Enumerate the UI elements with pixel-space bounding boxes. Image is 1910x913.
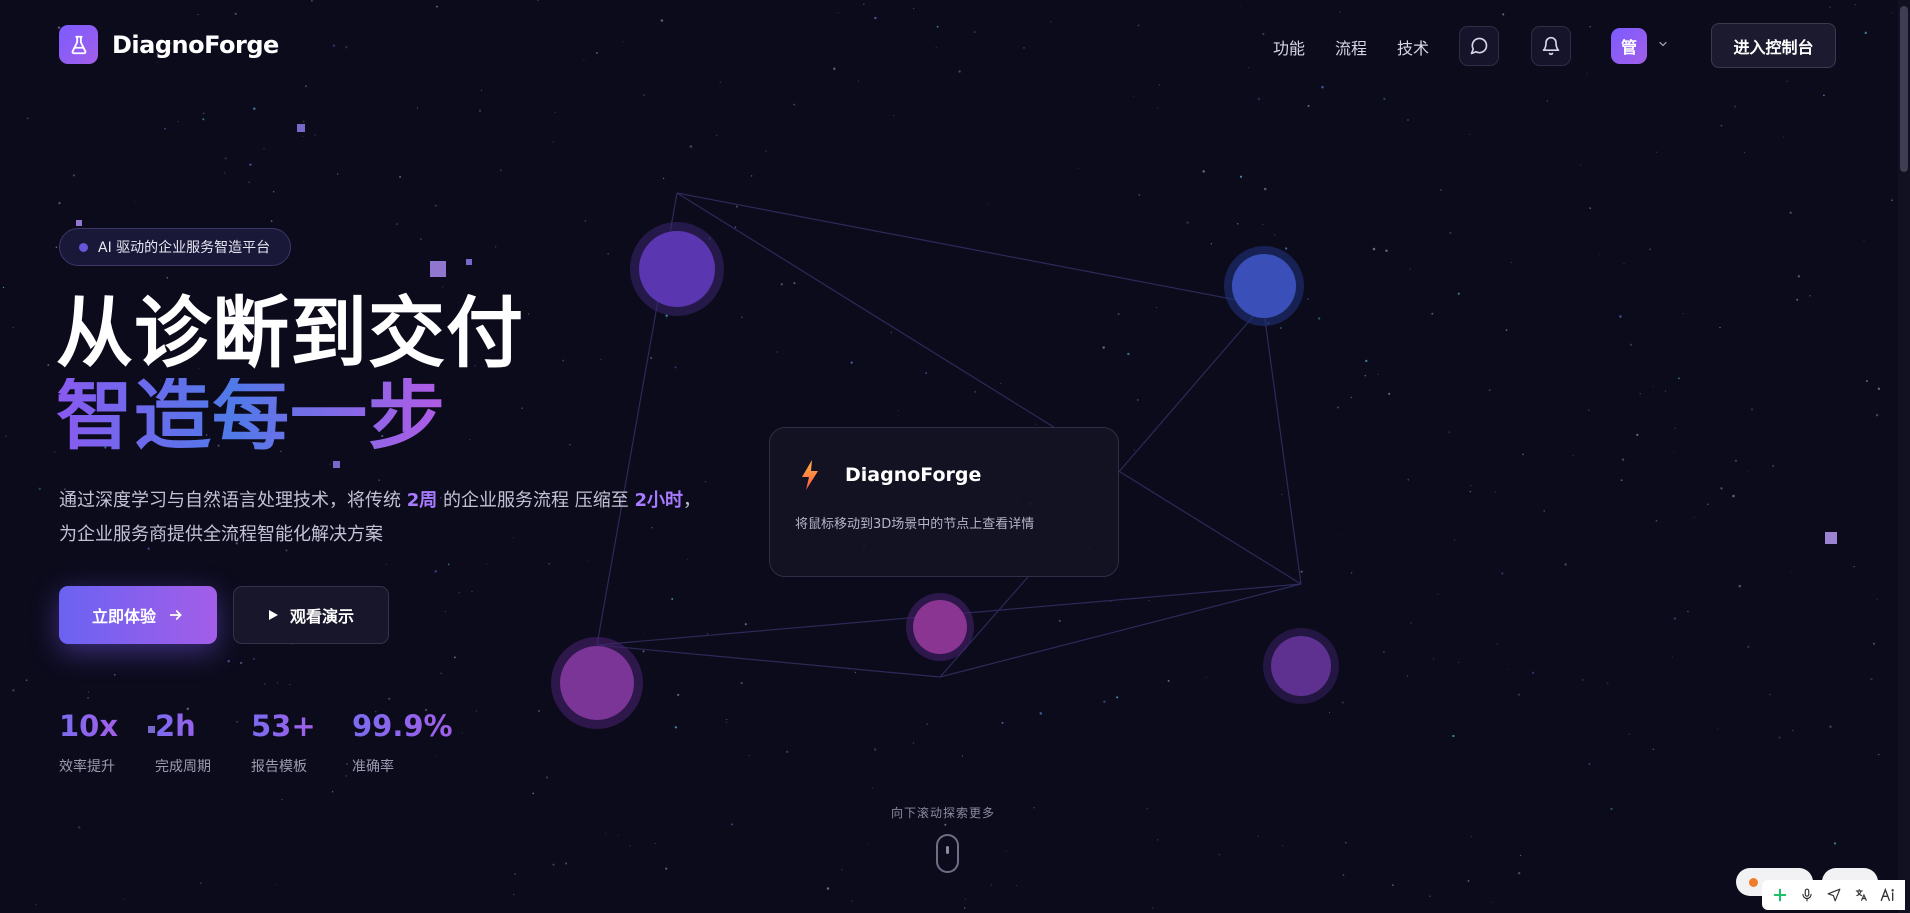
hero-title-line1: 从诊断到交付 [56,290,524,379]
hero-badge: AI 驱动的企业服务智造平台 [59,228,292,266]
network-node[interactable] [551,637,643,729]
network-node[interactable] [906,593,974,661]
desc-text: 通过深度学习与自然语言处理技术，将传统 [59,490,407,511]
arrow-right-icon [169,610,182,620]
stat-accuracy: 99.9% 准确率 [352,712,453,776]
badge-dot [79,243,88,252]
stat-efficiency: 10x 效率提升 [59,712,118,776]
scroll-hint: 向下滚动探索更多 [891,806,996,820]
desc-text: 的企业服务流程 压缩至 [437,490,635,511]
try-now-button[interactable]: 立即体验 [59,586,217,644]
console-button[interactable]: 进入控制台 [1711,23,1836,68]
stat-value: 53+ [251,709,316,743]
flask-icon [59,25,98,64]
stat-label: 准确率 [352,759,394,775]
chat-icon [1470,37,1488,55]
bell-icon [1542,36,1560,56]
node-info-card: DiagnoForge 将鼠标移动到3D场景中的节点上查看详情 [769,427,1119,577]
stat-cycle: 2h 完成周期 [155,712,211,776]
hero-title-line2: 智造每一步 [56,372,446,461]
send-icon[interactable] [1824,885,1844,905]
notifications-button[interactable] [1531,26,1571,66]
stat-label: 效率提升 [59,759,115,775]
network-node[interactable] [1224,246,1304,326]
translate-icon[interactable] [1851,885,1871,905]
stat-templates: 53+ 报告模板 [251,712,316,776]
stat-label: 报告模板 [251,759,307,775]
status-dot [1749,878,1758,887]
bolt-icon [802,460,818,490]
stat-label: 完成周期 [155,759,211,775]
desc-highlight: 2周 [406,490,438,511]
page-scrollbar[interactable] [1898,0,1910,913]
watch-demo-button[interactable]: 观看演示 [233,586,389,644]
brand-name: DiagnoForge [112,30,279,59]
mouse-wheel [946,846,949,854]
nav-link-process[interactable]: 流程 [1335,35,1367,59]
mouse-icon[interactable] [936,834,959,873]
play-icon [268,610,278,620]
card-description: 将鼠标移动到3D场景中的节点上查看详情 [795,517,1035,532]
hero-description: 通过深度学习与自然语言处理技术，将传统 2周 的企业服务流程 压缩至 2小时， … [59,484,701,552]
stat-value: 10x [59,709,119,743]
network-node[interactable] [630,222,724,316]
nav-link-features[interactable]: 功能 [1273,35,1305,59]
chevron-down-icon[interactable] [1657,38,1669,50]
desc-highlight: 2小时 [634,490,683,511]
stat-value: 2h [155,712,211,741]
badge-text: AI 驱动的企业服务智造平台 [98,240,271,256]
user-avatar[interactable]: 管 [1611,28,1647,64]
hero-description-line1: 通过深度学习与自然语言处理技术，将传统 2周 的企业服务流程 压缩至 2小时， [59,484,701,518]
card-title: DiagnoForge [845,464,982,486]
plus-icon[interactable] [1770,885,1790,905]
floating-toolbar[interactable] [1762,880,1905,910]
network-node[interactable] [1263,628,1339,704]
scrollbar-thumb[interactable] [1900,6,1908,172]
watch-demo-label: 观看演示 [289,607,354,626]
hero-description-line2: 为企业服务商提供全流程智能化解决方案 [59,524,383,545]
ai-icon[interactable] [1878,885,1898,905]
chat-button[interactable] [1459,26,1499,66]
desc-text: ， [682,490,701,511]
stat-value: 99.9% [352,709,453,743]
brand-logo[interactable]: DiagnoForge [59,25,279,64]
nav-link-tech[interactable]: 技术 [1397,35,1429,59]
microphone-icon[interactable] [1797,885,1817,905]
try-now-label: 立即体验 [91,607,156,626]
